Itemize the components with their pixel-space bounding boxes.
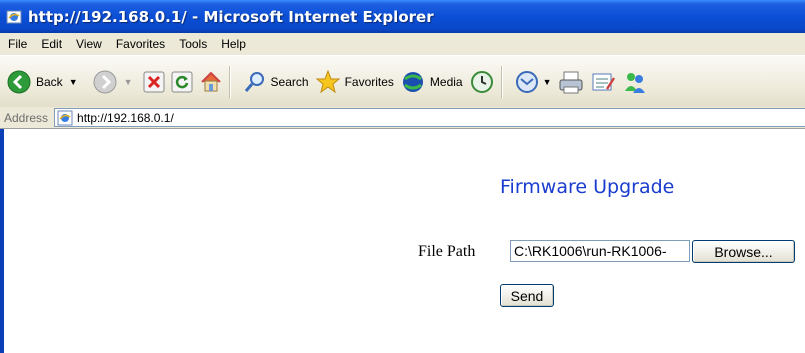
back-button[interactable]: Back ▼ bbox=[6, 69, 78, 95]
stop-button[interactable] bbox=[143, 71, 165, 93]
menu-edit[interactable]: Edit bbox=[34, 37, 69, 51]
menu-help[interactable]: Help bbox=[214, 37, 253, 51]
favorites-icon bbox=[315, 69, 340, 93]
media-icon bbox=[402, 71, 423, 92]
page-icon bbox=[57, 110, 73, 125]
mail-button[interactable]: ▼ bbox=[515, 69, 552, 95]
history-button[interactable] bbox=[469, 69, 495, 95]
history-icon bbox=[470, 70, 493, 93]
toolbar-separator bbox=[228, 65, 231, 98]
address-label: Address bbox=[4, 110, 49, 125]
address-bar: Address http://192.168.0.1/ bbox=[0, 107, 805, 129]
edit-icon bbox=[592, 73, 615, 90]
menu-bar: File Edit View Favorites Tools Help bbox=[0, 33, 805, 56]
media-button[interactable]: Media bbox=[400, 69, 463, 95]
mail-icon bbox=[515, 70, 538, 93]
search-button[interactable]: Search bbox=[243, 70, 309, 94]
window-left-border bbox=[0, 129, 4, 353]
refresh-icon bbox=[171, 71, 193, 92]
address-url: http://192.168.0.1/ bbox=[77, 110, 174, 125]
file-path-input[interactable] bbox=[510, 240, 690, 262]
edit-button[interactable] bbox=[590, 69, 616, 95]
forward-dropdown-icon[interactable]: ▼ bbox=[124, 77, 133, 87]
window-title: http://192.168.0.1/ - Microsoft Internet… bbox=[28, 7, 434, 26]
messenger-button[interactable] bbox=[622, 69, 646, 95]
file-path-label: File Path bbox=[418, 243, 476, 260]
refresh-button[interactable] bbox=[171, 71, 193, 93]
back-label: Back bbox=[36, 74, 63, 89]
print-icon bbox=[559, 71, 583, 93]
menu-tools[interactable]: Tools bbox=[172, 37, 214, 51]
back-icon bbox=[7, 70, 31, 93]
forward-icon bbox=[93, 70, 117, 93]
search-label: Search bbox=[270, 74, 309, 89]
browse-button[interactable]: Browse... bbox=[692, 240, 795, 263]
back-dropdown-icon[interactable]: ▼ bbox=[69, 77, 78, 87]
home-icon bbox=[200, 71, 221, 91]
menu-favorites[interactable]: Favorites bbox=[109, 37, 172, 51]
stop-icon bbox=[143, 71, 165, 92]
page-heading: Firmware Upgrade bbox=[500, 176, 675, 198]
menu-file[interactable]: File bbox=[0, 37, 34, 51]
messenger-icon bbox=[624, 72, 645, 93]
toolbar-separator-2 bbox=[500, 65, 503, 98]
ie-app-icon bbox=[6, 10, 22, 23]
title-bar: http://192.168.0.1/ - Microsoft Internet… bbox=[0, 0, 805, 33]
media-label: Media bbox=[429, 74, 463, 89]
favorites-label: Favorites bbox=[344, 74, 394, 89]
print-button[interactable] bbox=[558, 69, 584, 95]
mail-dropdown-icon[interactable]: ▼ bbox=[543, 77, 552, 87]
toolbar: Back ▼ ▼ Search Favorites Media ▼ bbox=[0, 55, 805, 108]
search-icon bbox=[244, 71, 264, 92]
favorites-button[interactable]: Favorites bbox=[315, 69, 394, 95]
address-field[interactable]: http://192.168.0.1/ bbox=[54, 108, 805, 127]
send-button[interactable]: Send bbox=[500, 284, 554, 307]
home-button[interactable] bbox=[199, 70, 223, 94]
menu-view[interactable]: View bbox=[69, 37, 109, 51]
forward-button[interactable]: ▼ bbox=[92, 69, 133, 95]
